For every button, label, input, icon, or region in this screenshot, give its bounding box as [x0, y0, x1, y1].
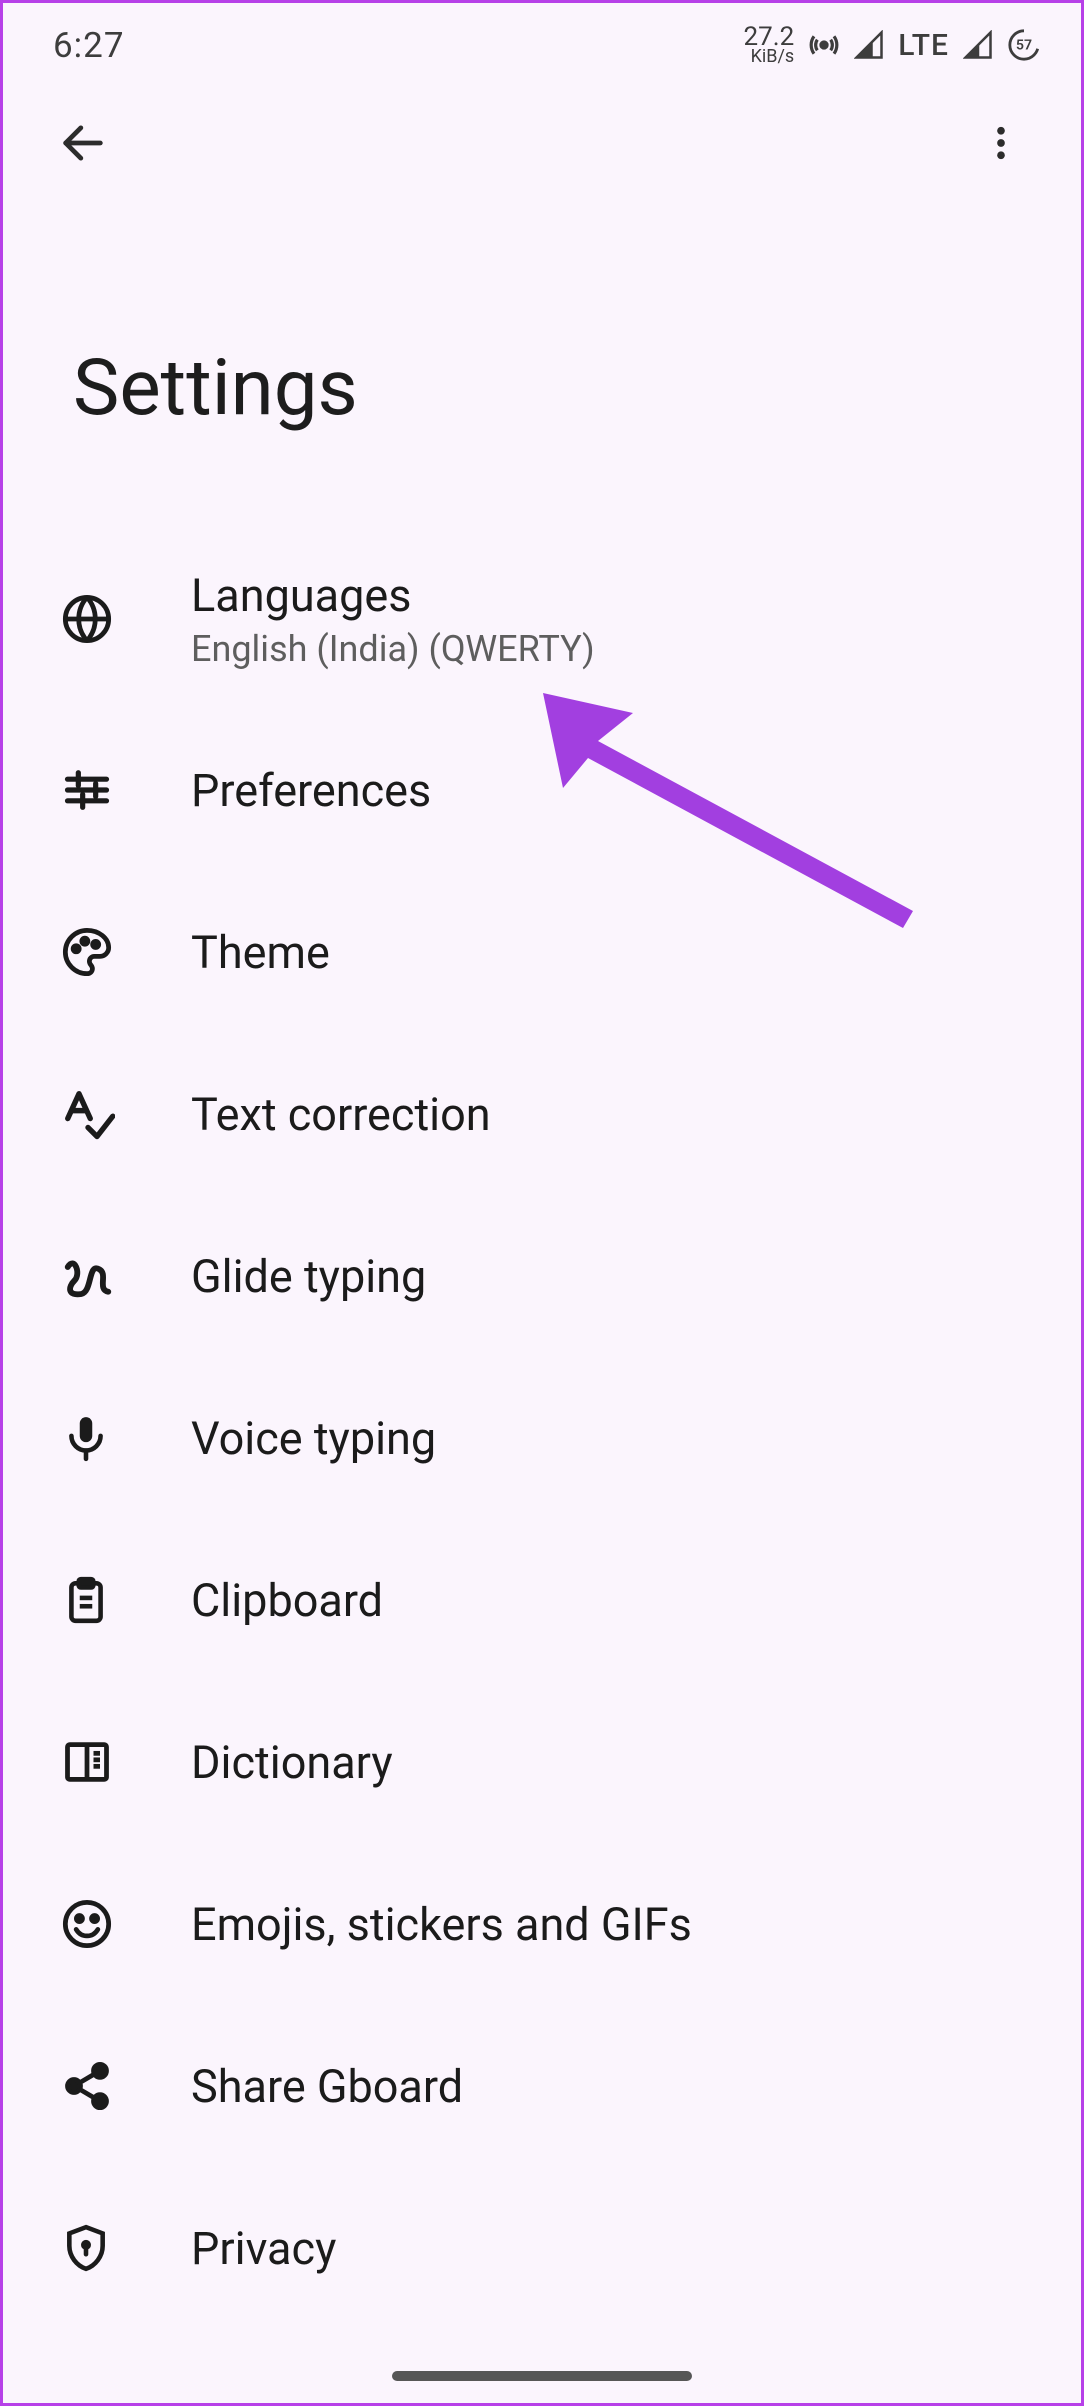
list-item-subtitle: English (India) (QWERTY) [191, 628, 595, 670]
page-title: Settings [3, 198, 1081, 529]
toolbar [3, 88, 1081, 198]
list-item-title: Share Gboard [191, 2060, 463, 2113]
svg-text:57: 57 [1016, 38, 1032, 54]
status-right: 27.2 KiB/s LTE 57 [744, 26, 1041, 66]
settings-item-languages[interactable]: Languages English (India) (QWERTY) [3, 529, 1081, 709]
settings-item-theme[interactable]: Theme [3, 871, 1081, 1033]
back-button[interactable] [53, 113, 113, 173]
palette-icon [61, 926, 113, 978]
status-time: 6:27 [53, 25, 125, 66]
more-options-button[interactable] [971, 113, 1031, 173]
battery-icon: 57 [1007, 28, 1041, 62]
signal-icon-2 [963, 30, 993, 60]
list-item-title: Voice typing [191, 1412, 436, 1465]
emoji-icon [61, 1898, 113, 1950]
list-item-title: Clipboard [191, 1574, 383, 1627]
settings-item-text-correction[interactable]: Text correction [3, 1033, 1081, 1195]
settings-item-privacy[interactable]: Privacy [3, 2167, 1081, 2329]
settings-item-voice-typing[interactable]: Voice typing [3, 1357, 1081, 1519]
list-item-title: Text correction [191, 1088, 491, 1141]
list-item-title: Dictionary [191, 1736, 393, 1789]
settings-item-glide-typing[interactable]: Glide typing [3, 1195, 1081, 1357]
settings-list: Languages English (India) (QWERTY) Prefe… [3, 529, 1081, 2329]
book-icon [61, 1736, 113, 1788]
settings-item-preferences[interactable]: Preferences [3, 709, 1081, 871]
settings-item-clipboard[interactable]: Clipboard [3, 1519, 1081, 1681]
share-icon [61, 2060, 113, 2112]
list-item-title: Glide typing [191, 1250, 426, 1303]
clipboard-icon [61, 1575, 111, 1625]
list-item-title: Preferences [191, 764, 431, 817]
settings-item-share-gboard[interactable]: Share Gboard [3, 2005, 1081, 2167]
list-item-title: Languages [191, 569, 595, 622]
microphone-icon [61, 1413, 111, 1463]
sliders-icon [61, 764, 113, 816]
status-bar: 6:27 27.2 KiB/s LTE 57 [3, 3, 1081, 88]
network-speed-indicator: 27.2 KiB/s [744, 26, 795, 66]
home-indicator[interactable] [392, 2371, 692, 2381]
gesture-icon [61, 1249, 115, 1303]
settings-item-dictionary[interactable]: Dictionary [3, 1681, 1081, 1843]
globe-icon [61, 593, 113, 645]
signal-icon [854, 30, 884, 60]
spellcheck-icon [61, 1087, 115, 1141]
hotspot-icon [808, 29, 840, 61]
shield-icon [61, 2223, 111, 2273]
list-item-title: Theme [191, 926, 330, 979]
list-item-title: Privacy [191, 2222, 336, 2275]
network-type-label: LTE [898, 28, 949, 63]
settings-item-emojis[interactable]: Emojis, stickers and GIFs [3, 1843, 1081, 2005]
list-item-title: Emojis, stickers and GIFs [191, 1898, 692, 1951]
